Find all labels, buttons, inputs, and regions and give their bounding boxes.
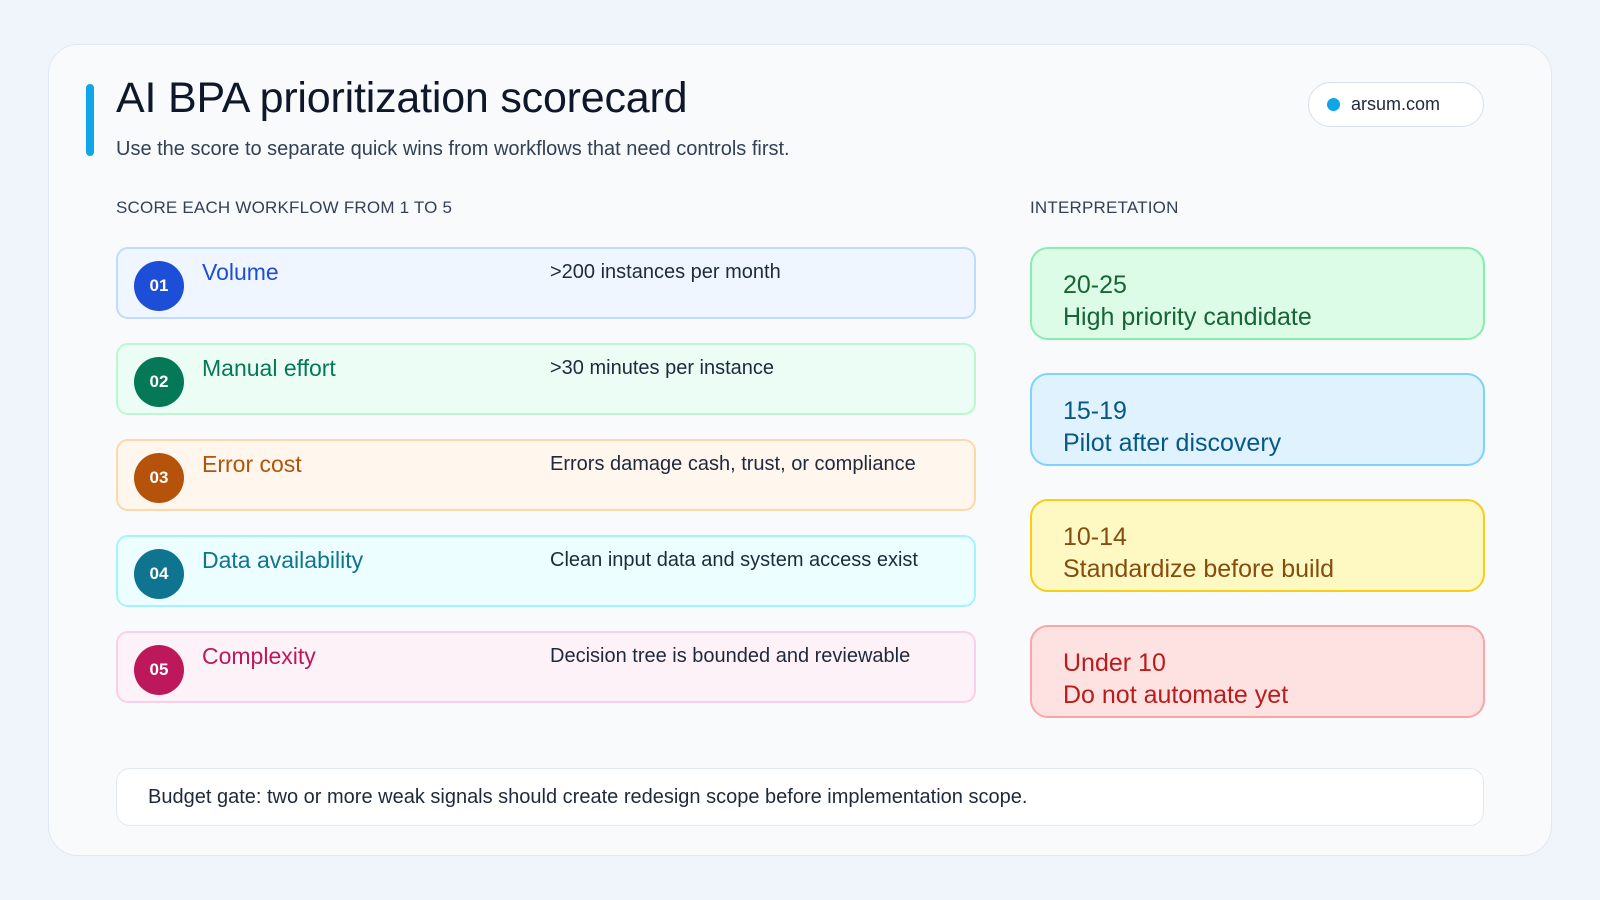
criterion-name: Error cost — [202, 451, 302, 477]
criterion-name: Manual effort — [202, 355, 336, 381]
page-title: AI BPA prioritization scorecard — [116, 74, 688, 122]
criterion-name: Complexity — [202, 643, 316, 669]
criterion-number-badge: 05 — [134, 645, 184, 695]
interpretation-section-label: INTERPRETATION — [1030, 198, 1179, 217]
title-accent-bar — [86, 84, 94, 156]
page-subtitle: Use the score to separate quick wins fro… — [116, 138, 790, 160]
interpretation-card: 20-25 High priority candidate — [1030, 247, 1485, 340]
criterion-threshold: >200 instances per month — [550, 261, 781, 283]
criterion-name: Volume — [202, 259, 279, 285]
interpretation-card: 15-19 Pilot after discovery — [1030, 373, 1485, 466]
criterion-row: 02 Manual effort >30 minutes per instanc… — [116, 343, 976, 415]
score-recommendation: Pilot after discovery — [1063, 429, 1282, 457]
interpretation-card: 10-14 Standardize before build — [1030, 499, 1485, 592]
criterion-row: 03 Error cost Errors damage cash, trust,… — [116, 439, 976, 511]
criterion-number-badge: 01 — [134, 261, 184, 311]
criterion-threshold: Decision tree is bounded and reviewable — [550, 645, 911, 667]
domain-text: arsum.com — [1351, 94, 1441, 114]
score-recommendation: Standardize before build — [1063, 555, 1335, 583]
criterion-number-badge: 02 — [134, 357, 184, 407]
budget-gate-note: Budget gate: two or more weak signals sh… — [116, 768, 1484, 826]
domain-dot-icon — [1327, 98, 1340, 111]
interpretation-card: Under 10 Do not automate yet — [1030, 625, 1485, 718]
score-range: 10-14 — [1063, 523, 1127, 551]
score-recommendation: Do not automate yet — [1063, 681, 1289, 709]
criterion-number-badge: 04 — [134, 549, 184, 599]
criterion-threshold: >30 minutes per instance — [550, 357, 775, 379]
score-range: 15-19 — [1063, 397, 1127, 425]
criterion-row: 04 Data availability Clean input data an… — [116, 535, 976, 607]
domain-badge: arsum.com — [1308, 82, 1484, 127]
score-recommendation: High priority candidate — [1063, 303, 1312, 331]
criteria-section-label: SCORE EACH WORKFLOW FROM 1 TO 5 — [116, 198, 453, 217]
score-range: Under 10 — [1063, 649, 1166, 677]
criterion-threshold: Errors damage cash, trust, or compliance — [550, 453, 916, 475]
criterion-row: 01 Volume >200 instances per month — [116, 247, 976, 319]
criterion-name: Data availability — [202, 547, 364, 573]
score-range: 20-25 — [1063, 271, 1127, 299]
criterion-threshold: Clean input data and system access exist — [550, 549, 918, 571]
criterion-row: 05 Complexity Decision tree is bounded a… — [116, 631, 976, 703]
criterion-number-badge: 03 — [134, 453, 184, 503]
